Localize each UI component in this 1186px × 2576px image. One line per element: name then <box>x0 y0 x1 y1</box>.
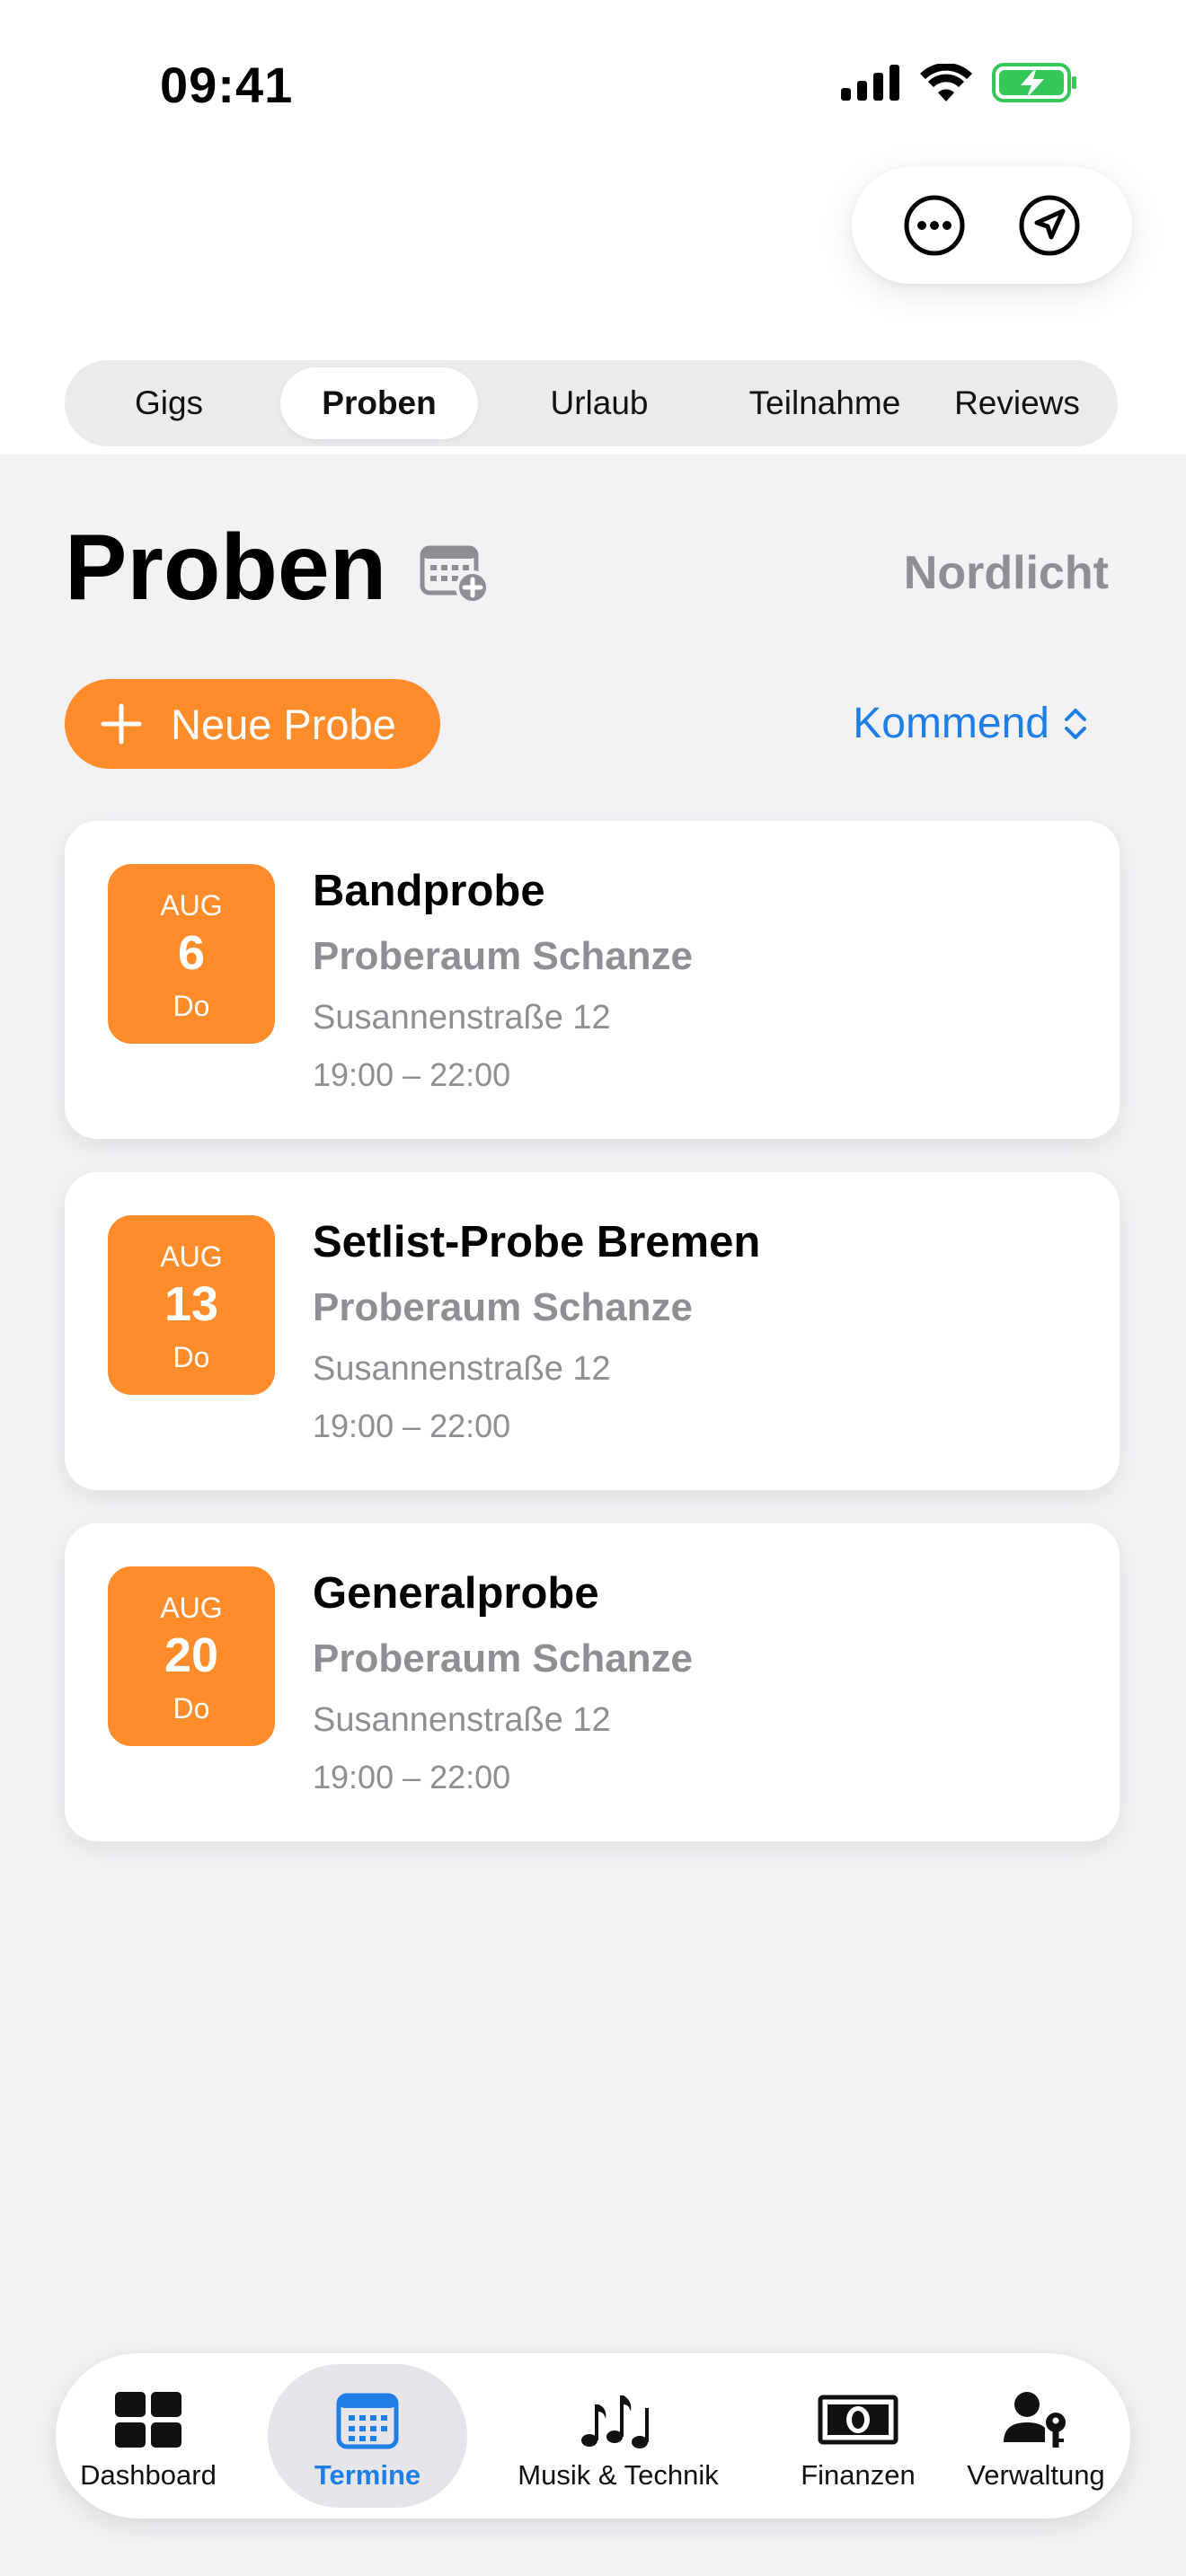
tab-finanzen[interactable]: Finanzen <box>783 2364 933 2508</box>
filter-label: Kommend <box>853 700 1049 747</box>
rehearsal-address: Susannenstraße 12 <box>313 1701 611 1739</box>
date-weekday: Do <box>173 1341 210 1373</box>
segment-proben[interactable]: Proben <box>280 367 478 439</box>
tab-label: Dashboard <box>80 2459 217 2491</box>
chevron-up-down-icon <box>1065 708 1086 739</box>
filter-dropdown[interactable]: Kommend <box>853 699 1089 748</box>
tab-termine[interactable]: Termine <box>268 2364 467 2508</box>
rehearsal-title: Bandprobe <box>313 867 545 915</box>
date-day: 6 <box>177 926 206 980</box>
tab-dashboard[interactable]: Dashboard <box>74 2364 223 2508</box>
new-rehearsal-label: Neue Probe <box>171 700 396 748</box>
location-arrow-icon <box>1019 195 1080 256</box>
date-month: AUG <box>160 1592 223 1624</box>
calendar-icon <box>336 2393 399 2449</box>
date-weekday: Do <box>173 1692 210 1725</box>
rehearsal-card[interactable]: AUG 13 Do Setlist-Probe Bremen Proberaum… <box>65 1172 1120 1490</box>
tab-musik-technik[interactable]: Musik & Technik <box>478 2364 758 2508</box>
date-badge: AUG 6 Do <box>108 864 275 1044</box>
rehearsal-title: Generalprobe <box>313 1569 599 1618</box>
segment-teilnahme[interactable]: Teilnahme <box>708 367 942 439</box>
rehearsal-card[interactable]: AUG 6 Do Bandprobe Proberaum Schanze Sus… <box>65 821 1120 1139</box>
ellipsis-circle-icon <box>904 195 965 256</box>
bottom-tab-bar: Dashboard Termine Musik & Technik Finanz… <box>56 2353 1130 2519</box>
status-icons <box>841 63 1078 102</box>
rehearsal-time: 19:00 – 22:00 <box>313 1056 511 1093</box>
rehearsal-card[interactable]: AUG 20 Do Generalprobe Proberaum Schanze… <box>65 1523 1120 1841</box>
dashboard-grid-icon <box>115 2392 181 2448</box>
rehearsal-time: 19:00 – 22:00 <box>313 1407 511 1444</box>
rehearsal-address: Susannenstraße 12 <box>313 1350 611 1388</box>
cellular-signal-icon <box>841 65 899 101</box>
tab-label: Termine <box>314 2459 421 2491</box>
segment-reviews[interactable]: Reviews <box>927 367 1107 439</box>
plus-icon <box>101 703 142 745</box>
date-day: 20 <box>164 1628 219 1682</box>
band-name: Nordlicht <box>903 547 1109 599</box>
rehearsal-venue: Proberaum Schanze <box>313 1636 694 1681</box>
tab-verwaltung[interactable]: Verwaltung <box>960 2364 1112 2508</box>
location-button[interactable] <box>1013 190 1085 261</box>
date-day: 13 <box>164 1277 219 1331</box>
date-badge: AUG 20 Do <box>108 1566 275 1746</box>
new-rehearsal-button[interactable]: Neue Probe <box>65 679 440 769</box>
date-month: AUG <box>160 889 223 922</box>
page-title: Proben <box>65 516 387 620</box>
music-notes-icon <box>581 2395 649 2448</box>
banknote-icon <box>818 2395 898 2445</box>
section-segmented-control: Gigs Proben Urlaub Teilnahme Reviews <box>65 360 1118 446</box>
header-actions <box>852 167 1132 284</box>
segment-gigs[interactable]: Gigs <box>88 367 250 439</box>
rehearsal-address: Susannenstraße 12 <box>313 999 611 1037</box>
tab-label: Finanzen <box>801 2459 916 2491</box>
status-time: 09:41 <box>160 57 294 113</box>
more-button[interactable] <box>898 190 970 261</box>
rehearsal-venue: Proberaum Schanze <box>313 1285 694 1329</box>
battery-charging-icon <box>992 63 1076 102</box>
date-badge: AUG 13 Do <box>108 1215 275 1395</box>
rehearsal-time: 19:00 – 22:00 <box>313 1759 511 1795</box>
date-weekday: Do <box>173 990 210 1022</box>
tab-label: Verwaltung <box>967 2459 1105 2491</box>
calendar-add-button[interactable] <box>419 543 491 605</box>
date-month: AUG <box>160 1240 223 1273</box>
rehearsal-venue: Proberaum Schanze <box>313 934 694 978</box>
person-key-icon <box>1004 2392 1066 2448</box>
wifi-icon <box>920 64 972 101</box>
calendar-add-icon <box>420 545 490 604</box>
rehearsal-title: Setlist-Probe Bremen <box>313 1218 761 1266</box>
segment-urlaub[interactable]: Urlaub <box>505 367 694 439</box>
tab-label: Musik & Technik <box>518 2459 719 2491</box>
